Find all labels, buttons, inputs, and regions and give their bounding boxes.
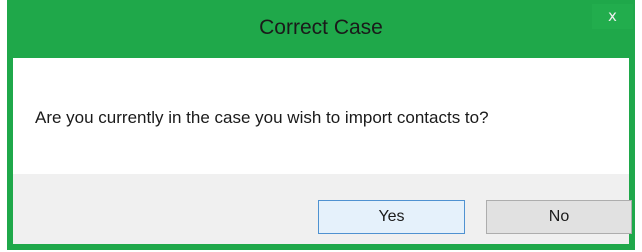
no-button[interactable]: No — [486, 200, 632, 234]
title-bar[interactable]: Correct Case x — [7, 0, 635, 58]
dialog-message: Are you currently in the case you wish t… — [35, 108, 489, 127]
dialog-footer: Yes No — [13, 174, 632, 244]
dialog-content: Are you currently in the case you wish t… — [13, 58, 629, 174]
yes-button[interactable]: Yes — [318, 200, 465, 234]
close-icon: x — [608, 7, 617, 25]
correct-case-dialog: Correct Case x Are you currently in the … — [7, 0, 635, 250]
dialog-title: Correct Case — [259, 16, 383, 39]
close-button[interactable]: x — [592, 4, 633, 29]
